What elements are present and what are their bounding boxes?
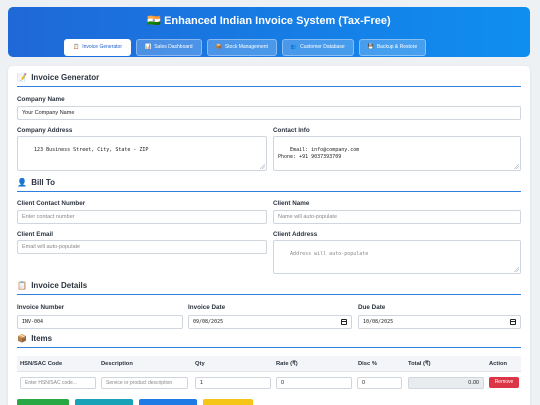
invoice-date-label: Invoice Date <box>188 304 226 311</box>
floppy-disk-icon: 💾 <box>367 44 374 50</box>
invoice-number-label: Invoice Number <box>17 304 65 311</box>
resize-handle-icon[interactable] <box>514 267 519 272</box>
tab-label: Backup & Restore <box>376 44 418 50</box>
company-address-label: Company Address <box>17 127 73 134</box>
tab-stock-management[interactable]: 📦 Stock Management <box>206 39 277 56</box>
remove-item-button[interactable]: Remove <box>489 377 519 388</box>
items-table-header: HSN/SAC Code Description Qty Rate (₹) Di… <box>17 356 521 372</box>
description-input[interactable]: Service or product description <box>101 377 188 389</box>
tab-label: Stock Management <box>224 44 268 50</box>
due-date-label: Due Date <box>358 304 386 311</box>
clipboard-icon: 📋 <box>17 281 27 290</box>
memo-icon: 📝 <box>17 73 27 82</box>
section-title: Invoice Generator <box>31 73 100 82</box>
app-header: 🇮🇳 Enhanced Indian Invoice System (Tax-F… <box>8 7 530 57</box>
resize-handle-icon[interactable] <box>514 164 519 169</box>
invoice-number-input[interactable]: INV-004 <box>17 315 183 329</box>
column-header: Total (₹) <box>408 361 431 367</box>
tab-label: Customer Database <box>300 44 345 50</box>
discount-input[interactable]: 0 <box>357 377 402 389</box>
clipboard-icon: 📋 <box>73 44 80 50</box>
section-bill-to: 👤 Bill To <box>17 178 521 192</box>
client-email-label: Client Email <box>17 231 54 238</box>
add-item-button[interactable] <box>17 399 69 405</box>
qty-input[interactable]: 1 <box>195 377 271 389</box>
calendar-icon[interactable] <box>510 319 516 325</box>
app-title-text: Enhanced Indian Invoice System (Tax-Free… <box>164 15 391 27</box>
contact-info-value: Email: info@company.com Phone: +91 90373… <box>278 147 360 160</box>
section-invoice-generator: 📝 Invoice Generator <box>17 73 521 87</box>
column-header: Description <box>101 361 133 367</box>
hsn-code-input[interactable]: Enter HSN/SAC code... <box>20 377 96 389</box>
nav-tabs: 📋 Invoice Generator 📊 Sales Dashboard 📦 … <box>64 39 427 56</box>
invoice-card: 📝 Invoice Generator Company Name Your Co… <box>8 66 530 405</box>
company-address-value: 123 Business Street, City, State - ZIP <box>34 147 149 153</box>
client-address-placeholder: Address will auto-populate <box>290 251 369 257</box>
calendar-icon[interactable] <box>341 319 347 325</box>
contact-info-label: Contact Info <box>273 127 310 134</box>
users-icon: 👥 <box>290 44 298 50</box>
company-name-label: Company Name <box>17 96 65 103</box>
column-header: Rate (₹) <box>276 361 298 367</box>
client-address-textarea[interactable]: Address will auto-populate <box>273 240 521 274</box>
client-email-input[interactable]: Email will auto-populate <box>17 240 267 254</box>
primary-action-button[interactable] <box>139 399 197 405</box>
section-invoice-details: 📋 Invoice Details <box>17 281 521 295</box>
section-title: Items <box>31 334 53 343</box>
rate-input[interactable]: 0 <box>276 377 352 389</box>
warning-action-button[interactable] <box>203 399 253 405</box>
section-title: Invoice Details <box>31 281 88 290</box>
secondary-action-button[interactable] <box>75 399 133 405</box>
due-date-input[interactable]: 10/08/2025 <box>358 315 521 329</box>
contact-info-textarea[interactable]: Email: info@company.com Phone: +91 90373… <box>273 136 521 171</box>
person-icon: 👤 <box>17 178 27 187</box>
tab-invoice-generator[interactable]: 📋 Invoice Generator <box>64 39 131 56</box>
total-value: 0.00 <box>408 377 484 389</box>
package-icon: 📦 <box>17 334 27 343</box>
client-name-input[interactable]: Name will auto-populate <box>273 210 521 224</box>
invoice-date-value: 09/08/2025 <box>193 319 224 325</box>
company-address-textarea[interactable]: 123 Business Street, City, State - ZIP <box>17 136 267 171</box>
company-name-input[interactable]: Your Company Name <box>17 106 521 120</box>
india-flag-icon: 🇮🇳 <box>147 15 162 27</box>
column-header: Disc % <box>358 361 378 367</box>
tab-label: Invoice Generator <box>82 44 122 50</box>
column-header: Action <box>489 361 508 367</box>
tab-sales-dashboard[interactable]: 📊 Sales Dashboard <box>135 39 202 56</box>
invoice-date-input[interactable]: 09/08/2025 <box>188 315 352 329</box>
client-contact-input[interactable]: Enter contact number <box>17 210 267 224</box>
column-header: Qty <box>195 361 205 367</box>
client-address-label: Client Address <box>273 231 318 238</box>
resize-handle-icon[interactable] <box>260 164 265 169</box>
tab-label: Sales Dashboard <box>154 44 193 50</box>
column-header: HSN/SAC Code <box>20 361 63 367</box>
section-items: 📦 Items <box>17 334 521 348</box>
section-title: Bill To <box>31 178 56 187</box>
package-icon: 📦 <box>215 44 222 50</box>
tab-customer-database[interactable]: 👥 Customer Database <box>281 39 354 56</box>
chart-icon: 📊 <box>144 44 152 50</box>
tab-backup-restore[interactable]: 💾 Backup & Restore <box>358 39 427 56</box>
client-contact-label: Client Contact Number <box>17 200 86 207</box>
due-date-value: 10/08/2025 <box>363 319 394 325</box>
app-title: 🇮🇳 Enhanced Indian Invoice System (Tax-F… <box>8 14 530 27</box>
client-name-label: Client Name <box>273 200 310 207</box>
